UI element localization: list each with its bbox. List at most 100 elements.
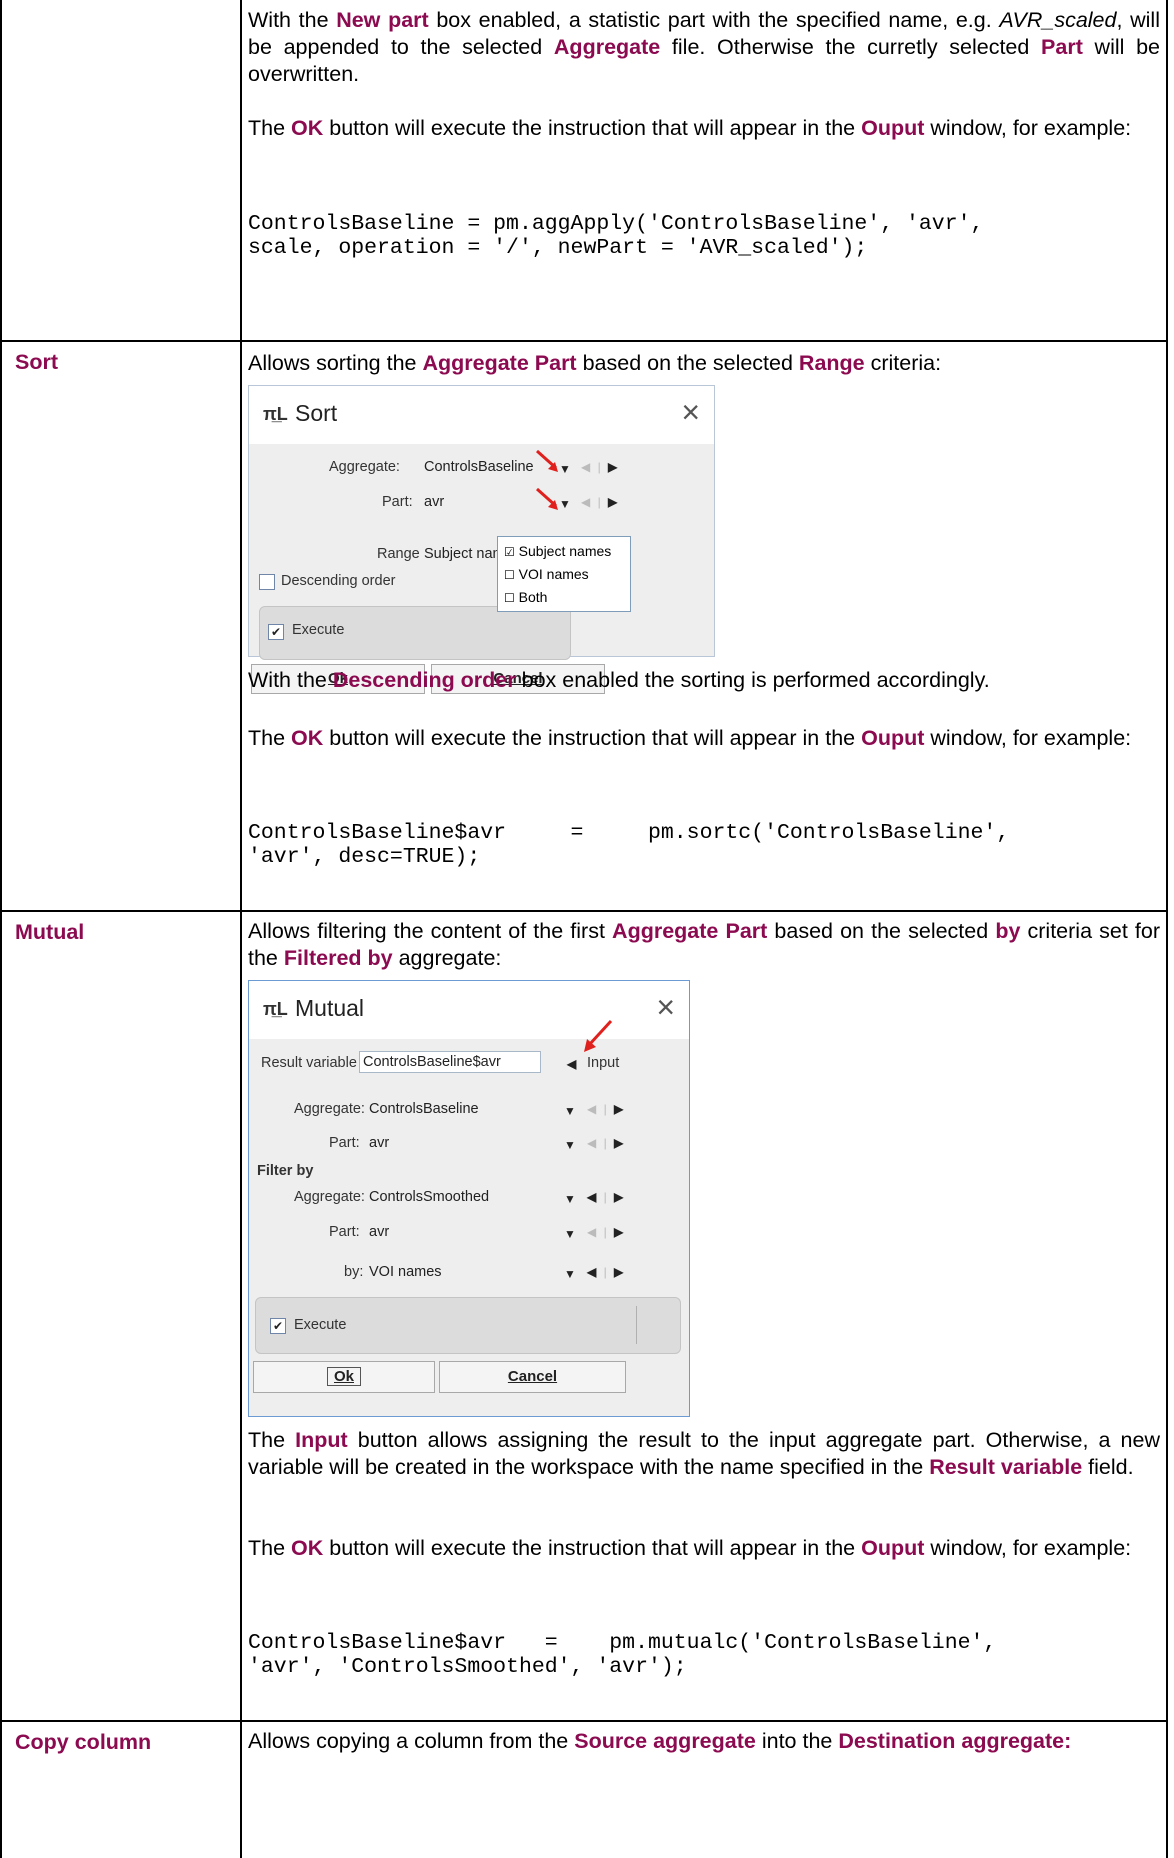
text: file. Otherwise the curretly selected — [660, 35, 1042, 59]
dialog-body: Result variable ControlsBaseline$avr ◀ I… — [249, 1039, 689, 1416]
execute-checkbox[interactable]: ✔ — [270, 1318, 286, 1334]
dropdown-option[interactable]: ☐ VOI names — [504, 566, 589, 582]
keyword-range: Range — [798, 351, 865, 375]
filter-aggregate-label: Aggregate: — [294, 1189, 365, 1205]
execute-panel: ✔ Execute — [259, 606, 571, 660]
app-icon: π̲L — [263, 999, 288, 1019]
result-variable-value: ControlsBaseline$avr — [363, 1054, 501, 1070]
option-label: VOI names — [518, 566, 589, 582]
nav-arrows-icon[interactable]: ◀ | ▶ — [587, 1136, 625, 1150]
nav-arrows-icon[interactable]: ◀ | ▶ — [587, 1190, 625, 1204]
text: window, for example: — [924, 116, 1132, 140]
result-variable-label: Result variable — [261, 1055, 357, 1071]
paragraph-ok-button: The OK button will execute the instructi… — [248, 115, 1160, 142]
cancel-button[interactable]: Cancel — [439, 1361, 626, 1393]
filter-part-value[interactable]: avr — [369, 1224, 389, 1240]
text: With the — [248, 668, 333, 692]
aggregate-label: Aggregate: — [329, 459, 400, 475]
keyword-result-variable: Result variable — [929, 1455, 1083, 1479]
part-value[interactable]: avr — [369, 1135, 389, 1151]
code-line: ControlsBaseline$avr = pm.sortc('Control… — [248, 821, 1010, 845]
aggregate-value[interactable]: ControlsBaseline — [369, 1101, 479, 1117]
ok-button[interactable]: Ok — [253, 1361, 435, 1393]
keyword-input: Input — [295, 1428, 348, 1452]
text: Allows sorting the — [248, 351, 423, 375]
keyword-part: Part — [1041, 35, 1083, 59]
nav-arrows-icon[interactable]: ◀ | ▶ — [581, 495, 619, 509]
keyword-ouput: Ouput — [861, 116, 925, 140]
aggregate-value[interactable]: ControlsBaseline — [424, 459, 534, 475]
descending-checkbox[interactable] — [259, 574, 275, 590]
dialog-titlebar: π̲L Sort × — [249, 386, 714, 444]
chevron-down-icon[interactable]: ▼ — [564, 1104, 576, 1118]
keyword-aggregate-part: Aggregate Part — [422, 351, 577, 375]
dropdown-option[interactable]: ☑ Subject names — [504, 543, 611, 559]
dialog-body: Aggregate: ControlsBaseline ▼ ◀ | ▶ Part… — [249, 444, 714, 694]
red-arrow-icon — [535, 487, 558, 510]
text: The — [248, 1536, 292, 1560]
by-label: by: — [344, 1264, 364, 1280]
code-line: 'avr', desc=TRUE); — [248, 845, 481, 869]
chevron-down-icon[interactable]: ▼ — [564, 1227, 576, 1241]
filter-aggregate-value[interactable]: ControlsSmoothed — [369, 1189, 489, 1205]
execute-label: Execute — [292, 622, 345, 638]
text: box enabled the sorting is performed acc… — [515, 668, 990, 692]
paragraph-descending: With the Descending order box enabled th… — [248, 667, 1160, 694]
mutual-dialog: π̲L Mutual × Result variable ControlsBas… — [248, 980, 690, 1417]
nav-arrows-icon[interactable]: ◀ | ▶ — [587, 1225, 625, 1239]
keyword-filtered-by: Filtered by — [283, 946, 393, 970]
close-icon[interactable]: × — [681, 394, 700, 431]
nav-arrows-icon[interactable]: ◀ | ▶ — [587, 1102, 625, 1116]
left-arrow-icon[interactable]: ◀ — [567, 1057, 578, 1071]
keyword-aggregate: Aggregate — [553, 35, 661, 59]
keyword-descending-order: Descending order — [332, 668, 516, 692]
paragraph-mutual-intro: Allows filtering the content of the firs… — [248, 918, 1160, 972]
keyword-by: by — [995, 919, 1021, 943]
chevron-down-icon[interactable]: ▼ — [564, 1267, 576, 1281]
by-value[interactable]: VOI names — [369, 1264, 442, 1280]
option-label: Both — [518, 589, 548, 605]
checkbox-checked-icon: ☑ — [504, 545, 515, 559]
dialog-title: Mutual — [295, 995, 365, 1021]
descending-label: Descending order — [281, 573, 396, 589]
part-label: Part: — [382, 494, 413, 510]
red-arrow-icon — [584, 1019, 613, 1052]
part-value[interactable]: avr — [424, 494, 444, 510]
keyword-ok: OK — [291, 1536, 324, 1560]
table-border-right — [1166, 0, 1168, 1858]
table-column-divider — [240, 0, 242, 1858]
text: Allows filtering the content of the firs… — [248, 919, 613, 943]
paragraph-ok-button: The OK button will execute the instructi… — [248, 725, 1160, 752]
dropdown-option[interactable]: ☐ Both — [504, 589, 547, 605]
cancel-button-label: Cancel — [507, 1368, 558, 1385]
result-variable-input[interactable]: ControlsBaseline$avr — [359, 1051, 541, 1073]
input-button[interactable]: Input — [587, 1055, 619, 1071]
execute-checkbox[interactable]: ✔ — [268, 624, 284, 640]
text: based on the selected — [576, 351, 799, 375]
text: With the — [248, 8, 337, 32]
ok-button-label: Ok — [326, 1367, 361, 1386]
row-label-copy-column: Copy column — [15, 1730, 152, 1754]
range-dropdown-list[interactable]: ☑ Subject names ☐ VOI names ☐ Both — [497, 536, 631, 612]
text: Allows copying a column from the — [248, 1729, 575, 1753]
document-table: With the New part box enabled, a statist… — [0, 0, 1174, 1858]
chevron-down-icon[interactable]: ▼ — [564, 1192, 576, 1206]
filter-part-label: Part: — [329, 1224, 360, 1240]
close-icon[interactable]: × — [656, 989, 675, 1026]
code-line: scale, operation = '/', newPart = 'AVR_s… — [248, 236, 868, 260]
text: The — [248, 726, 292, 750]
execute-panel: ✔ Execute — [255, 1297, 681, 1354]
chevron-down-icon[interactable]: ▼ — [564, 1138, 576, 1152]
keyword-avr-scaled: AVR_scaled — [999, 8, 1117, 32]
text: button will execute the instruction that… — [323, 726, 862, 750]
text: button will execute the instruction that… — [323, 1536, 862, 1560]
part-label: Part: — [329, 1135, 360, 1151]
text: criteria: — [864, 351, 942, 375]
code-line: ControlsBaseline = pm.aggApply('Controls… — [248, 212, 984, 236]
text: window, for example: — [924, 1536, 1132, 1560]
text: The — [248, 116, 292, 140]
filter-by-label: Filter by — [257, 1163, 314, 1179]
nav-arrows-icon[interactable]: ◀ | ▶ — [581, 460, 619, 474]
text: aggregate: — [392, 946, 502, 970]
nav-arrows-icon[interactable]: ◀ | ▶ — [587, 1265, 625, 1279]
